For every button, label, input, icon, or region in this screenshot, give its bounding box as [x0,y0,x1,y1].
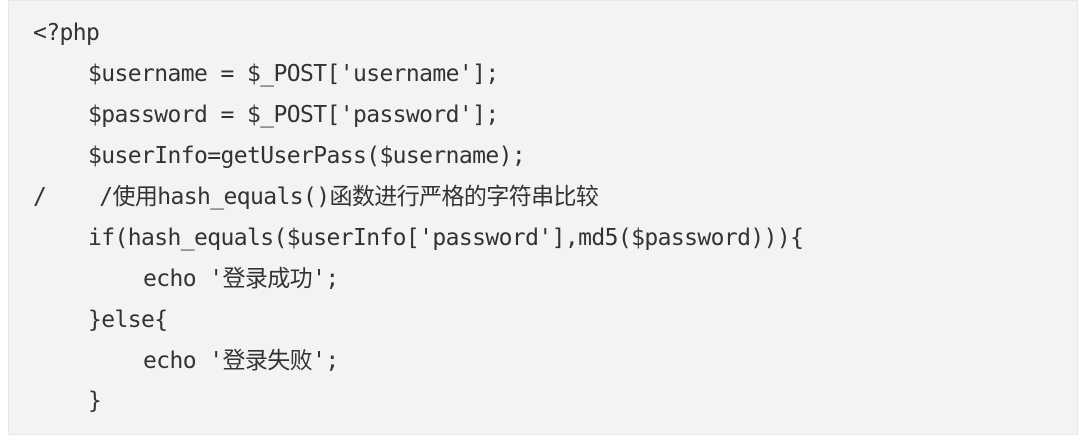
code-line: } [88,388,102,414]
code-comment-line: / /使用hash_equals()函数进行严格的字符串比较 [33,184,599,210]
code-line: echo '登录成功'; [143,266,339,292]
code-line: if(hash_equals($userInfo['password'],md5… [88,225,804,251]
code-line: <?php [33,20,100,46]
code-line: $userInfo=getUserPass($username); [88,143,526,169]
code-line: $username = $_POST['username']; [88,61,499,87]
code-line: echo '登录失败'; [143,348,339,374]
code-line: $password = $_POST['password']; [88,102,499,128]
code-block: <?php $username = $_POST['username']; $p… [8,0,1078,435]
code-line: }else{ [88,307,168,333]
